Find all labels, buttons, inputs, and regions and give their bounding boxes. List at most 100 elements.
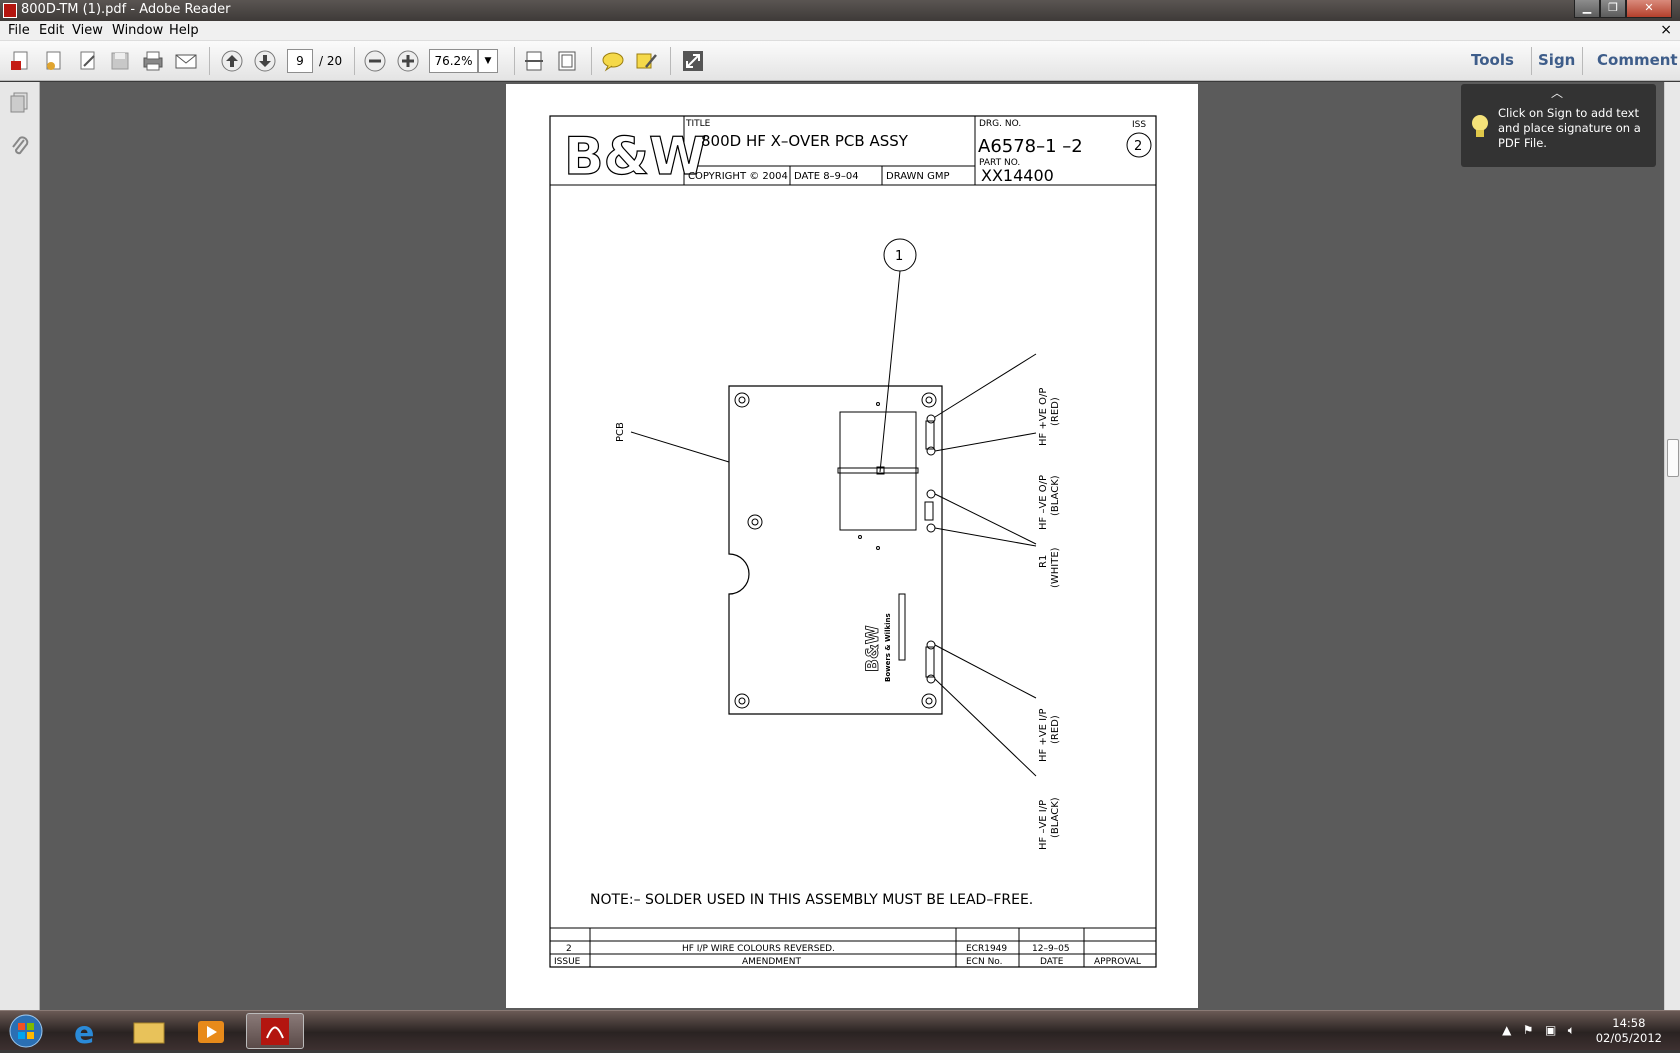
callout-hf-neg-op: HF –VE O/P (BLACK): [1038, 475, 1061, 530]
rev-ecn: ECR1949: [966, 944, 1007, 954]
toolbar-separator: [591, 47, 592, 75]
network-icon[interactable]: ▣: [1545, 1023, 1556, 1037]
svg-text:(BLACK): (BLACK): [1050, 797, 1061, 838]
rev-issue: 2: [566, 944, 572, 954]
pcb-outline: [728, 385, 943, 715]
menu-help[interactable]: Help: [169, 23, 199, 38]
page-total: / 20: [319, 54, 343, 68]
svg-text:(WHITE): (WHITE): [1050, 547, 1061, 588]
system-tray: ▲ ⚑ ▣ 🔈︎: [1502, 1023, 1575, 1038]
zoom-out-icon[interactable]: [363, 49, 387, 73]
lead-free-note: NOTE:– SOLDER USED IN THIS ASSEMBLY MUST…: [590, 892, 1033, 908]
folder-icon: [133, 1022, 165, 1044]
menu-bar: File Edit View Window Help ×: [0, 21, 1680, 41]
toolbar-separator: [514, 47, 515, 75]
minimize-icon[interactable]: ▁: [1574, 0, 1600, 18]
internet-explorer-task[interactable]: e: [60, 1013, 114, 1051]
media-player-task[interactable]: [184, 1013, 238, 1049]
page-thumbnails-icon[interactable]: [8, 90, 32, 114]
svg-text:HF –VE I/P: HF –VE I/P: [1038, 800, 1049, 850]
title-bar: 800D-TM (1).pdf - Adobe Reader ▁ ❐ ✕: [0, 0, 1680, 21]
toolbar-separator: [1531, 47, 1532, 75]
date-text: DATE 8–9–04: [794, 171, 859, 182]
rev-header-approval: APPROVAL: [1094, 957, 1141, 967]
rev-header-ecn: ECN No.: [966, 957, 1003, 967]
menu-view[interactable]: View: [72, 23, 103, 38]
svg-text:B&W: B&W: [863, 625, 883, 672]
pdf-page: B&W TITLE 800D HF X–OVER PCB ASSY DRG. N…: [506, 84, 1198, 1008]
toolbar: 9 / 20 76.2% ▼ Tools Sign Comment: [0, 41, 1680, 81]
callout-hf-pos-ip: HF +VE I/P (RED): [1038, 708, 1061, 762]
svg-text:(BLACK): (BLACK): [1050, 475, 1061, 516]
previous-page-icon[interactable]: [220, 49, 244, 73]
action-center-flag-icon[interactable]: ⚑: [1523, 1023, 1534, 1037]
drawing-title: 800D HF X–OVER PCB ASSY: [701, 132, 909, 150]
part-number: XX14400: [981, 166, 1054, 185]
menu-window[interactable]: Window: [112, 23, 163, 38]
comment-pane-link[interactable]: Comment: [1597, 51, 1678, 69]
drawn-text: DRAWN GMP: [886, 171, 950, 182]
toolbar-separator: [354, 47, 355, 75]
clock-date: 02/05/2012: [1595, 1031, 1662, 1045]
open-file-icon[interactable]: [42, 49, 66, 73]
clock-time: 14:58: [1612, 1016, 1646, 1030]
pcb-label: PCB: [615, 422, 626, 442]
item-balloon: 1: [895, 249, 903, 264]
vertical-scrollbar[interactable]: [1664, 82, 1680, 1010]
svg-text:HF +VE I/P: HF +VE I/P: [1038, 708, 1049, 762]
callout-hf-pos-op: HF +VE O/P (RED): [1038, 388, 1061, 446]
toolbar-separator: [209, 47, 210, 75]
svg-text:R1: R1: [1038, 555, 1049, 568]
scrollbar-thumb[interactable]: [1667, 439, 1679, 477]
zoom-dropdown-chevron-down-icon[interactable]: ▼: [478, 49, 498, 73]
callout-hf-neg-ip: HF –VE I/P (BLACK): [1038, 797, 1061, 850]
zoom-level-input[interactable]: 76.2%: [429, 49, 478, 73]
internet-explorer-icon: e: [74, 1016, 94, 1051]
fit-width-icon[interactable]: [522, 49, 546, 73]
adobe-reader-task[interactable]: [246, 1013, 304, 1049]
pcb-brand-logo: B&W Bowers & Wilkins: [863, 613, 892, 682]
sign-pane-link[interactable]: Sign: [1538, 51, 1575, 69]
rev-header-date: DATE: [1040, 957, 1064, 967]
sticky-note-comment-icon[interactable]: [601, 49, 625, 73]
bw-logo: B&W: [564, 127, 706, 187]
callout-r1: R1 (WHITE): [1038, 547, 1061, 588]
svg-text:HF –VE O/P: HF –VE O/P: [1038, 475, 1049, 530]
svg-text:(RED): (RED): [1050, 715, 1061, 744]
drg-no-label: DRG. NO.: [979, 119, 1021, 129]
drg-number: A6578–1 –2: [978, 136, 1083, 157]
copyright-text: COPYRIGHT © 2004: [688, 171, 788, 182]
tooltip-collapse-chevron-up-icon[interactable]: ︿: [1551, 84, 1563, 101]
lightbulb-icon: [1472, 115, 1488, 137]
menu-file[interactable]: File: [8, 23, 30, 38]
page-number-input[interactable]: 9: [287, 49, 313, 73]
attachments-paperclip-icon[interactable]: [8, 134, 32, 158]
adobe-reader-icon: [261, 1018, 289, 1045]
fit-page-icon[interactable]: [555, 49, 579, 73]
svg-text:Bowers & Wilkins: Bowers & Wilkins: [884, 613, 892, 682]
close-icon[interactable]: ✕: [1626, 0, 1672, 18]
taskbar: e ▲ ⚑ ▣ 🔈︎ 14:58 02/05/2012: [0, 1010, 1680, 1051]
edit-pdf-icon[interactable]: [76, 49, 100, 73]
next-page-icon[interactable]: [253, 49, 277, 73]
start-button-windows-icon[interactable]: [6, 1013, 46, 1049]
taskbar-clock[interactable]: 14:58 02/05/2012: [1596, 1016, 1662, 1046]
tools-pane-link[interactable]: Tools: [1471, 51, 1514, 69]
print-icon[interactable]: [141, 49, 165, 73]
create-pdf-icon[interactable]: [9, 49, 33, 73]
email-icon[interactable]: [174, 49, 198, 73]
save-icon[interactable]: [108, 49, 132, 73]
volume-icon[interactable]: 🔈︎: [1568, 1023, 1575, 1037]
highlight-text-icon[interactable]: [634, 49, 658, 73]
show-hidden-icons-chevron-up-icon[interactable]: ▲: [1502, 1023, 1511, 1037]
zoom-in-icon[interactable]: [396, 49, 420, 73]
navigation-panel: [0, 82, 40, 1010]
media-player-icon: [198, 1021, 224, 1043]
iss-label: ISS: [1132, 120, 1146, 130]
full-screen-icon[interactable]: [681, 49, 705, 73]
document-close-icon[interactable]: ×: [1660, 22, 1672, 38]
restore-icon[interactable]: ❐: [1600, 0, 1626, 18]
file-explorer-task[interactable]: [122, 1013, 176, 1049]
menu-edit[interactable]: Edit: [39, 23, 64, 38]
window-title: 800D-TM (1).pdf - Adobe Reader: [21, 2, 231, 17]
